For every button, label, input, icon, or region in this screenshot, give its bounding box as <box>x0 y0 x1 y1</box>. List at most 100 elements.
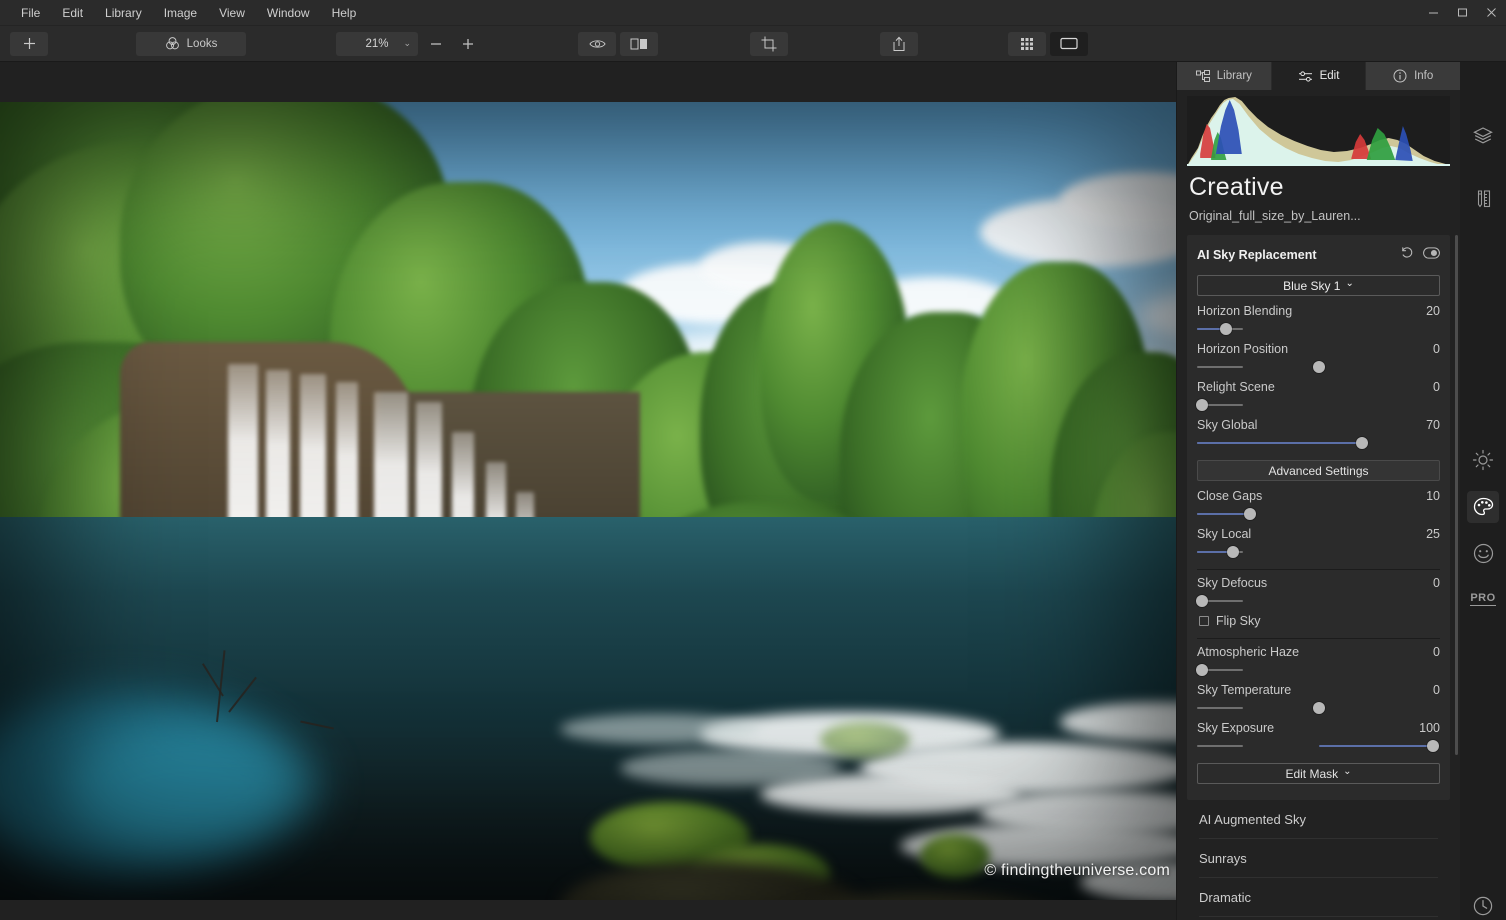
advanced-settings-button[interactable]: Advanced Settings <box>1197 460 1440 481</box>
minimize-button[interactable] <box>1419 0 1448 26</box>
divider <box>1197 569 1440 570</box>
panel-scrollbar[interactable] <box>1455 235 1458 755</box>
slider-track[interactable] <box>1197 701 1440 715</box>
flip-sky-checkbox[interactable] <box>1199 616 1209 626</box>
slider-sky-defocus[interactable]: Sky Defocus0 <box>1197 572 1440 610</box>
slider-handle[interactable] <box>1427 740 1439 752</box>
essentials-sun-icon[interactable] <box>1467 444 1499 476</box>
slider-value: 0 <box>1433 645 1440 659</box>
slider-handle[interactable] <box>1356 437 1368 449</box>
edit-mask-button[interactable]: Edit Mask ⌄ <box>1197 763 1440 784</box>
slider-handle[interactable] <box>1227 546 1239 558</box>
tools-icon[interactable] <box>1467 182 1499 214</box>
layers-icon[interactable] <box>1467 120 1499 152</box>
pro-badge[interactable]: PRO <box>1467 583 1499 615</box>
slider-value: 100 <box>1419 721 1440 735</box>
history-clock-icon[interactable] <box>1467 890 1499 920</box>
creative-palette-icon[interactable] <box>1467 491 1499 523</box>
looks-button[interactable]: Looks <box>136 32 246 56</box>
menu-item-image[interactable]: Image <box>153 2 208 24</box>
panel-scroll-area[interactable]: AI Sky Replacement <box>1177 223 1460 920</box>
crop-button[interactable] <box>750 32 788 56</box>
watermark-text: © findingtheuniverse.com <box>984 862 1170 880</box>
slider-sky-local[interactable]: Sky Local25 <box>1197 523 1440 561</box>
slider-horizon-blending[interactable]: Horizon Blending20 <box>1197 300 1440 338</box>
tab-info[interactable]: Info <box>1366 62 1460 90</box>
slider-track[interactable] <box>1197 594 1440 608</box>
filter-row-sunrays[interactable]: Sunrays <box>1199 839 1438 878</box>
photo-preview[interactable]: © findingtheuniverse.com <box>0 102 1176 900</box>
grid-view-button[interactable] <box>1008 32 1046 56</box>
slider-horizon-position[interactable]: Horizon Position0 <box>1197 338 1440 376</box>
slider-header: Horizon Blending20 <box>1197 304 1440 318</box>
slider-rail <box>1197 366 1243 368</box>
slider-track[interactable] <box>1197 663 1440 677</box>
menu-item-library[interactable]: Library <box>94 2 153 24</box>
slider-relight-scene[interactable]: Relight Scene0 <box>1197 376 1440 414</box>
slider-handle[interactable] <box>1196 664 1208 676</box>
zoom-in-button[interactable] <box>454 32 482 56</box>
chevron-down-icon: ⌄ <box>1345 278 1353 289</box>
eye-toggle-icon[interactable] <box>1423 246 1440 264</box>
chevron-down-icon: ⌄ <box>1343 766 1351 777</box>
slider-handle[interactable] <box>1220 323 1232 335</box>
slider-value: 0 <box>1433 342 1440 356</box>
slider-sky-temperature[interactable]: Sky Temperature0 <box>1197 679 1440 717</box>
slider-handle[interactable] <box>1313 702 1325 714</box>
zoom-out-button[interactable] <box>422 32 450 56</box>
menu-item-window[interactable]: Window <box>256 2 321 24</box>
filter-row-ai-augmented-sky[interactable]: AI Augmented Sky <box>1199 800 1438 839</box>
slider-label: Sky Local <box>1197 527 1251 541</box>
tab-info-label: Info <box>1414 70 1433 82</box>
slider-track[interactable] <box>1197 739 1440 753</box>
filter-label: Sunrays <box>1199 851 1247 866</box>
slider-close-gaps[interactable]: Close Gaps10 <box>1197 485 1440 523</box>
filter-label: Dramatic <box>1199 890 1251 905</box>
workspace: © findingtheuniverse.com Library <box>0 62 1506 920</box>
slider-track[interactable] <box>1197 360 1440 374</box>
card-actions <box>1400 246 1440 264</box>
slider-handle[interactable] <box>1196 399 1208 411</box>
sliders-defocus: Sky Defocus0 <box>1197 572 1440 610</box>
tab-library[interactable]: Library <box>1177 62 1272 90</box>
slider-track[interactable] <box>1197 322 1440 336</box>
slider-atmospheric-haze[interactable]: Atmospheric Haze0 <box>1197 641 1440 679</box>
zoom-level-select[interactable]: 21% ⌄ <box>336 32 418 56</box>
title-bar: File Edit Library Image View Window Help <box>0 0 1506 26</box>
portrait-face-icon[interactable] <box>1467 537 1499 569</box>
filter-row-dramatic[interactable]: Dramatic <box>1199 878 1438 917</box>
tab-edit[interactable]: Edit <box>1272 62 1367 90</box>
tab-library-label: Library <box>1217 70 1252 82</box>
slider-header: Relight Scene0 <box>1197 380 1440 394</box>
tab-edit-label: Edit <box>1320 70 1340 82</box>
slider-sky-global[interactable]: Sky Global70 <box>1197 414 1440 452</box>
slider-sky-exposure[interactable]: Sky Exposure100 <box>1197 717 1440 755</box>
menu-item-file[interactable]: File <box>10 2 51 24</box>
slider-track[interactable] <box>1197 398 1440 412</box>
menu-item-edit[interactable]: Edit <box>51 2 94 24</box>
maximize-button[interactable] <box>1448 0 1477 26</box>
slider-header: Atmospheric Haze0 <box>1197 645 1440 659</box>
compare-view-button[interactable] <box>620 32 658 56</box>
single-view-button[interactable] <box>1050 32 1088 56</box>
slider-handle[interactable] <box>1196 595 1208 607</box>
menu-item-help[interactable]: Help <box>321 2 368 24</box>
slider-track[interactable] <box>1197 507 1440 521</box>
preview-toggle-button[interactable] <box>578 32 616 56</box>
close-button[interactable] <box>1477 0 1506 26</box>
sky-preset-select[interactable]: Blue Sky 1 ⌄ <box>1197 275 1440 296</box>
add-photo-button[interactable] <box>10 32 48 56</box>
image-canvas[interactable]: © findingtheuniverse.com <box>0 62 1176 920</box>
menu-item-view[interactable]: View <box>208 2 256 24</box>
slider-handle[interactable] <box>1313 361 1325 373</box>
plus-icon <box>462 38 474 50</box>
slider-handle[interactable] <box>1244 508 1256 520</box>
sliders-advanced: Close Gaps10Sky Local25 <box>1197 485 1440 561</box>
slider-track[interactable] <box>1197 545 1440 559</box>
share-export-icon <box>892 36 906 52</box>
slider-track[interactable] <box>1197 436 1440 450</box>
flip-sky-checkbox-row[interactable]: Flip Sky <box>1197 610 1440 630</box>
reset-arrow-icon[interactable] <box>1400 246 1413 264</box>
compare-split-icon <box>630 38 648 50</box>
share-button[interactable] <box>880 32 918 56</box>
